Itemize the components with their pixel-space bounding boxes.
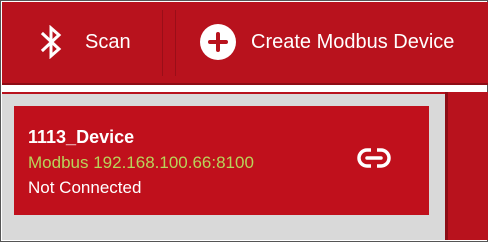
create-modbus-device-button[interactable]: Create Modbus Device [180,2,490,82]
toolbar-divider [175,10,176,76]
device-list: 1113_Device Modbus 192.168.100.66:8100 N… [2,92,445,240]
side-panel-border [445,92,448,240]
scan-label: Scan [85,30,131,53]
toolbar: Scan Create Modbus Device [2,2,488,85]
link-icon[interactable] [356,146,392,170]
bluetooth-icon [40,25,62,59]
device-status: Not Connected [28,178,142,197]
plus-circle-icon [200,24,236,60]
device-list-area: 1113_Device Modbus 192.168.100.66:8100 N… [2,92,488,240]
toolbar-divider [162,10,163,76]
list-top-border [2,92,445,94]
device-card[interactable]: 1113_Device Modbus 192.168.100.66:8100 N… [14,106,429,215]
create-modbus-device-label: Create Modbus Device [251,30,455,53]
side-panel [445,92,488,240]
scan-button[interactable]: Scan [2,2,162,82]
